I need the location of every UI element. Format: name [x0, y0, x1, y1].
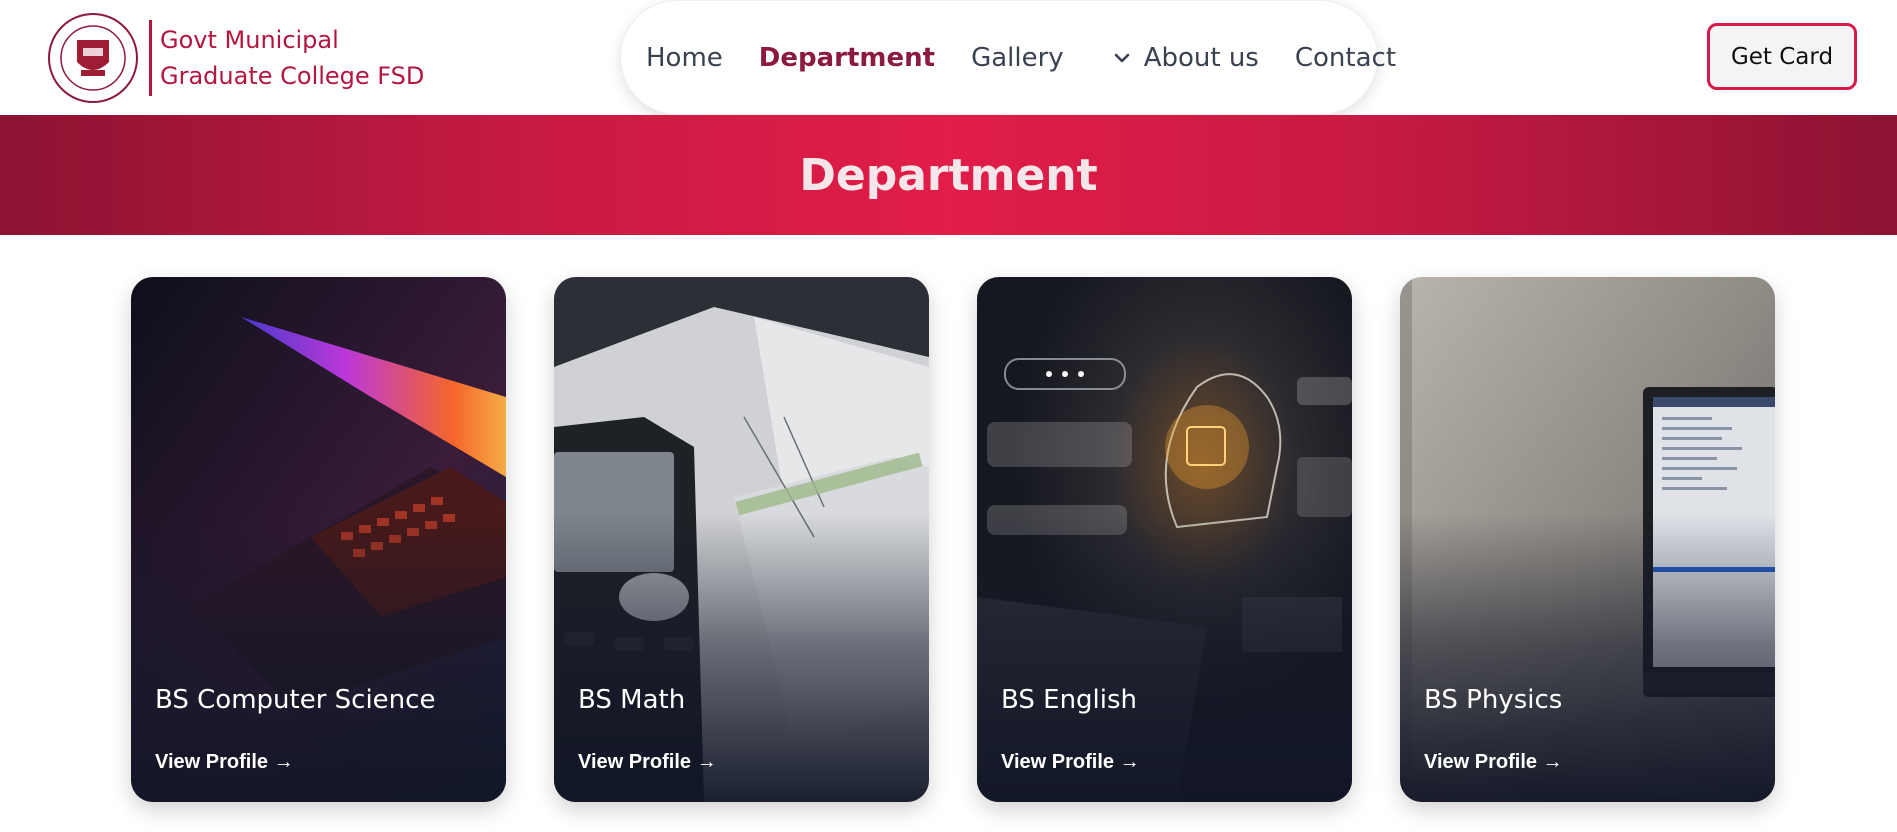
college-name: Govt Municipal Graduate College FSD — [160, 22, 424, 94]
view-profile-link[interactable]: View Profile → — [1424, 751, 1563, 774]
card-overlay — [131, 277, 506, 802]
college-name-line2: Graduate College FSD — [160, 62, 425, 90]
nav-about-us-label: About us — [1143, 42, 1259, 73]
card-overlay — [1400, 277, 1775, 802]
brand[interactable]: Govt Municipal Graduate College FSD — [47, 12, 424, 104]
college-logo — [48, 13, 138, 103]
page-banner: Department — [0, 115, 1897, 235]
logo-divider — [149, 20, 152, 96]
nav-contact[interactable]: Contact — [1295, 43, 1396, 73]
site-header: Govt Municipal Graduate College FSD Home… — [0, 0, 1897, 115]
view-profile-link[interactable]: View Profile → — [578, 751, 717, 774]
nav-gallery[interactable]: Gallery — [971, 43, 1064, 73]
card-overlay — [554, 277, 929, 802]
card-title: BS Computer Science — [155, 685, 436, 715]
nav-home[interactable]: Home — [646, 43, 723, 73]
card-overlay — [977, 277, 1352, 802]
department-card-english[interactable]: BS English View Profile → — [977, 277, 1352, 802]
chevron-down-icon — [1114, 53, 1129, 62]
card-title: BS English — [1001, 685, 1138, 715]
department-card-computer-science[interactable]: BS Computer Science View Profile → — [131, 277, 506, 802]
college-name-line1: Govt Municipal — [160, 26, 339, 54]
department-card-physics[interactable]: BS Physics View Profile → — [1400, 277, 1775, 802]
get-card-button[interactable]: Get Card — [1707, 23, 1857, 90]
page-title: Department — [799, 149, 1098, 201]
card-title: BS Physics — [1424, 685, 1563, 715]
department-card-math[interactable]: BS Math View Profile → — [554, 277, 929, 802]
main-nav: Home Department Gallery About us Contact — [620, 0, 1396, 115]
nav-department[interactable]: Department — [759, 43, 935, 73]
nav-about-us[interactable]: About us — [1100, 43, 1259, 73]
view-profile-link[interactable]: View Profile → — [155, 751, 294, 774]
view-profile-link[interactable]: View Profile → — [1001, 751, 1140, 774]
card-title: BS Math — [578, 685, 686, 715]
